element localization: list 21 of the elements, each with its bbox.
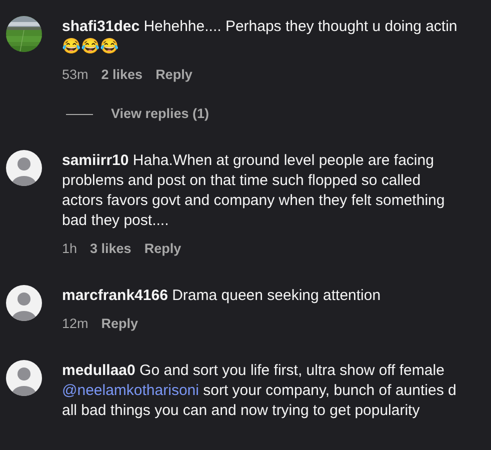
comment-text: medullaa0 Go and sort you life first, ultra show off female @neelamkotharisoni sort your company, bunch of aunties d all bad things you can and now trying to get popularity	[62, 361, 456, 421]
reply-link[interactable]: Reply	[101, 314, 138, 334]
likes-link[interactable]: 3 likes	[90, 239, 132, 259]
comment-text: samiirr10 Haha.When at ground level people are facing problems and post on that time such flopped so called actors favors govt and company when they felt something bad they post....	[62, 151, 445, 231]
comment-text: marcfrank4166 Drama queen seeking attention	[62, 286, 381, 306]
likes-link[interactable]: 2 likes	[101, 65, 143, 85]
username-link[interactable]: medullaa0	[62, 362, 136, 379]
avatar-icon	[6, 360, 42, 396]
avatar-icon	[6, 150, 42, 186]
avatar-icon	[6, 285, 42, 321]
username-link[interactable]: shafi31dec	[62, 18, 140, 35]
reply-link[interactable]: Reply	[156, 65, 192, 85]
username-link[interactable]: samiirr10	[62, 152, 129, 169]
comment-time: 12m	[62, 315, 88, 333]
mention-link[interactable]: @neelamkotharisoni	[62, 382, 199, 399]
comment-time: 53m	[62, 66, 88, 84]
comment-text: shafi31dec Hehehhe.... Perhaps they thought u doing actin 😂😂😂	[62, 17, 458, 57]
reply-link[interactable]: Reply	[144, 239, 182, 259]
comment-time: 1h	[62, 240, 78, 258]
view-replies-link[interactable]: View replies (1)	[111, 104, 210, 124]
username-link[interactable]: marcfrank4166	[62, 287, 168, 304]
